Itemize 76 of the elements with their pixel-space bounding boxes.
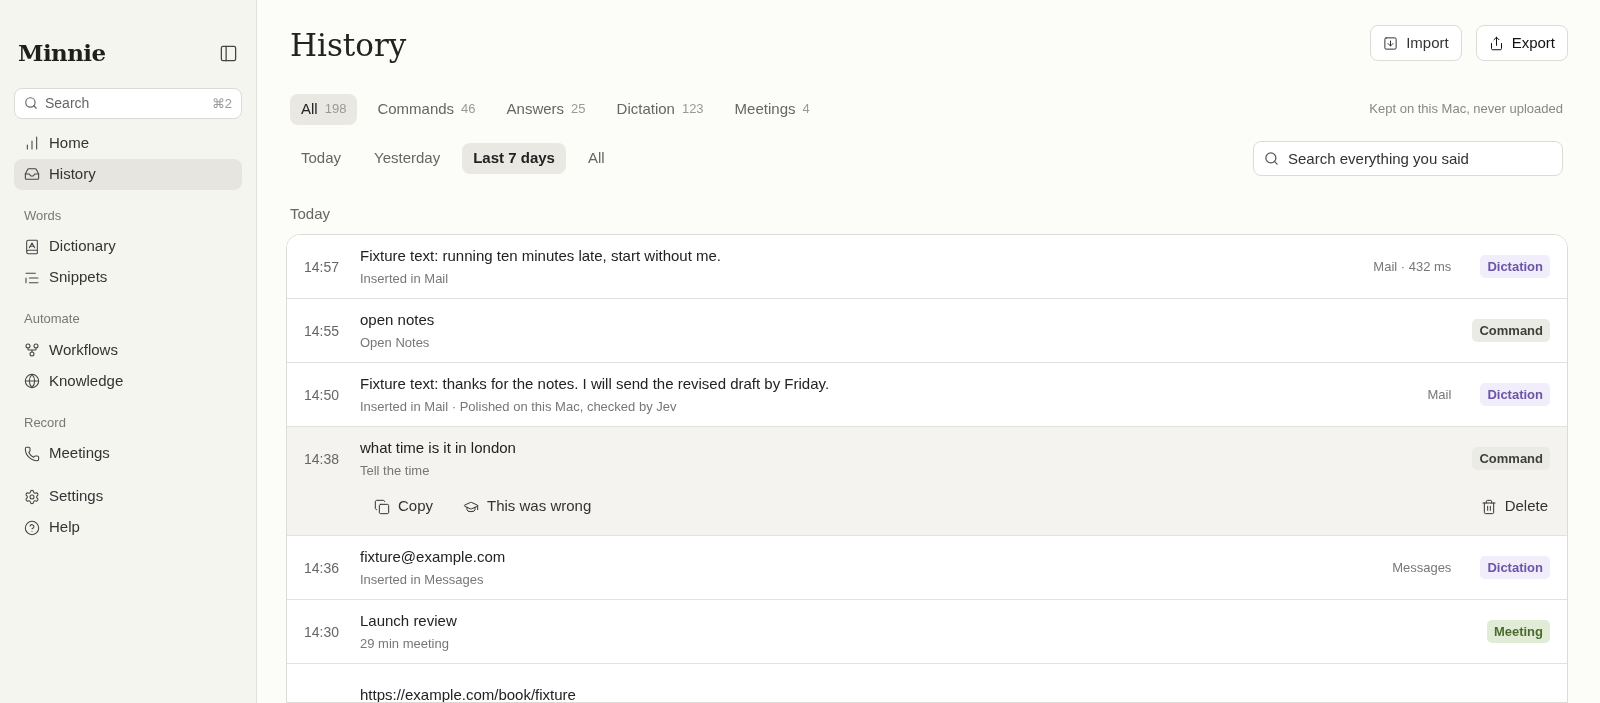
nav-item[interactable]: Meetings <box>14 438 242 469</box>
time-label: 14:30 <box>304 623 340 640</box>
section-heading: Record <box>23 413 67 432</box>
time-label: 14:36 <box>304 559 340 576</box>
type-tag: Meeting <box>1486 619 1550 644</box>
book-icon <box>24 238 40 255</box>
row-action-button[interactable]: This was wrong <box>463 495 592 518</box>
entry-meta: Mail · 432 ms <box>1373 257 1452 276</box>
nav-item[interactable]: Dictionary <box>14 231 242 262</box>
group-heading: Today <box>290 203 331 224</box>
history-search-field[interactable]: Search everything you said <box>1253 140 1563 176</box>
nav-item[interactable]: History <box>14 158 242 190</box>
date-range-tab[interactable]: All <box>576 142 616 174</box>
type-tag: Dictation <box>1480 382 1550 407</box>
row-action-button[interactable]: Copy <box>374 495 434 518</box>
entry-meta: Messages <box>1392 558 1452 577</box>
type-tag: Command <box>1472 318 1550 343</box>
nav-item[interactable]: Knowledge <box>14 365 242 397</box>
share-icon <box>1488 35 1504 51</box>
entry-detail: Inserted in Mail <box>360 269 450 288</box>
nav-item[interactable]: Settings <box>14 481 242 512</box>
inbox-icon <box>24 166 40 182</box>
type-tag: Dictation <box>1480 555 1550 580</box>
type-tab[interactable]: Answers 25 <box>495 93 597 125</box>
section-heading: Automate <box>23 310 81 328</box>
copy-icon <box>374 498 390 515</box>
entry-detail: Tell the time <box>360 461 431 480</box>
page-title: History <box>290 26 407 65</box>
sidebar-toggle-icon[interactable] <box>219 43 238 63</box>
nodes-icon <box>24 342 40 358</box>
bar-chart-icon <box>24 135 40 151</box>
nav-item[interactable]: Snippets <box>14 262 242 293</box>
help-icon <box>24 519 40 536</box>
settings-icon <box>24 488 40 505</box>
type-tab[interactable]: Dictation 123 <box>605 93 715 125</box>
globe-icon <box>24 373 40 389</box>
entry-title: what time is it in london <box>360 438 517 458</box>
entry-detail: Inserted in Mail · Polished on this Mac, checked by Jev <box>360 397 678 416</box>
shortcut-hint: ⌘2 <box>211 94 232 113</box>
search-icon <box>1264 150 1279 166</box>
type-tag: Dictation <box>1480 254 1550 279</box>
row-action-button[interactable]: Delete <box>1480 495 1548 518</box>
phone-icon <box>24 445 40 462</box>
nav-item[interactable]: Workflows <box>14 334 242 366</box>
nav-item[interactable]: Help <box>14 512 242 543</box>
header-button[interactable]: Export <box>1475 25 1568 61</box>
date-range-tab[interactable]: Today <box>290 142 353 174</box>
download-icon <box>1383 35 1399 51</box>
type-tab[interactable]: Commands 46 <box>366 93 487 125</box>
entry-meta: Mail <box>1427 385 1452 404</box>
type-tab[interactable]: All 198 <box>290 93 358 125</box>
date-range-tab[interactable]: Last 7 days <box>462 142 566 174</box>
header-button[interactable]: Import <box>1370 25 1462 61</box>
nav-item[interactable]: Home <box>14 127 242 159</box>
date-range-tab[interactable]: Yesterday <box>363 142 452 174</box>
time-label: 14:55 <box>304 322 340 339</box>
entry-title: Fixture text: thanks for the notes. I will send the revised draft by Friday. <box>360 374 831 394</box>
history-row[interactable]: 14:38 what time is it in london Tell the time Command Copy This was wrong Delete <box>287 427 1567 536</box>
type-tag: Command <box>1472 446 1550 471</box>
time-label: 14:50 <box>304 386 340 403</box>
app-logo: Minnie <box>18 38 106 68</box>
entry-title: open notes <box>360 310 436 330</box>
time-label: 14:38 <box>304 450 340 467</box>
time-label: 14:57 <box>304 258 340 275</box>
entry-detail: Inserted in Messages <box>360 570 485 589</box>
section-heading: Words <box>23 206 63 225</box>
entry-detail: 29 min meeting <box>360 634 450 653</box>
search-icon <box>24 95 38 110</box>
entry-title: Launch review <box>360 611 458 631</box>
trash-icon <box>1480 498 1497 515</box>
history-row[interactable]: 14:57 Fixture text: running ten minutes late, start without me. Inserted in Mail Mail · 432 ms Dictation <box>287 235 1567 299</box>
entry-title: Fixture text: running ten minutes late, start without me. <box>360 246 722 266</box>
entry-title: fixture@example.com <box>360 547 507 567</box>
type-tab[interactable]: Meetings 4 <box>723 93 821 125</box>
entry-detail: Open Notes <box>360 333 431 352</box>
privacy-note: Kept on this Mac, never uploaded <box>1369 100 1563 119</box>
